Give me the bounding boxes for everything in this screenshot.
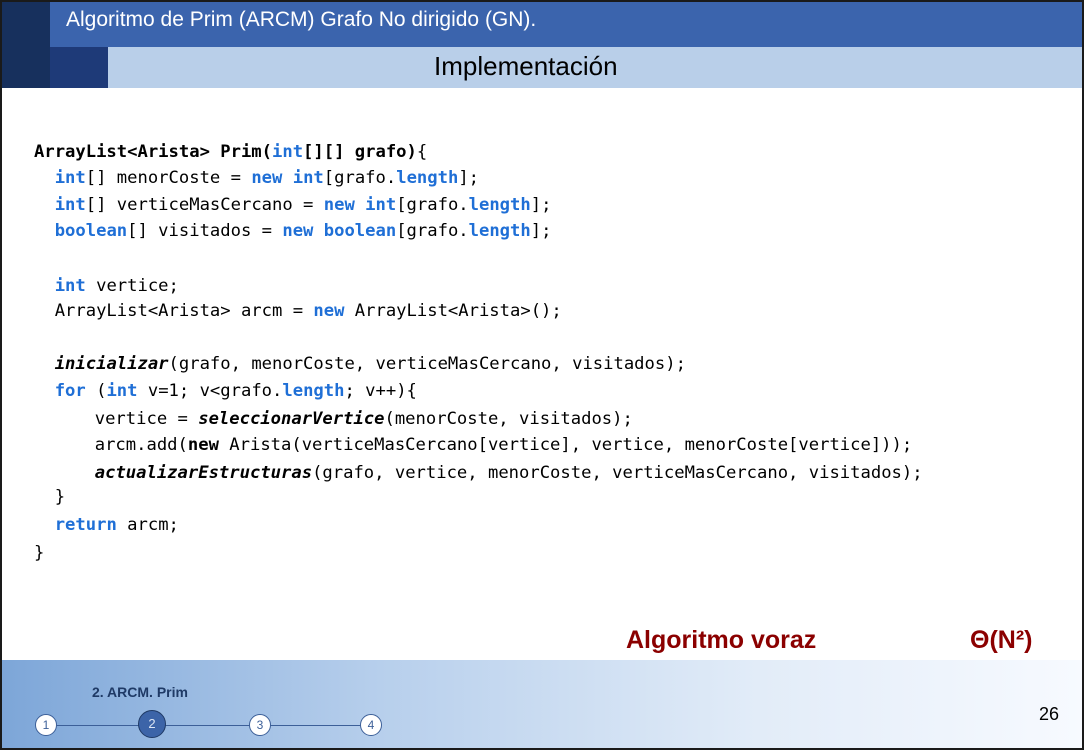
page-number: 26 xyxy=(1039,704,1060,724)
progress-step-2-active[interactable]: 2 xyxy=(138,710,166,738)
code-token: } xyxy=(34,543,45,563)
code-keyword: new xyxy=(251,168,283,188)
code-token: [grafo. xyxy=(396,195,469,215)
code-token: v=1; v<grafo. xyxy=(137,381,283,401)
slide: Algoritmo de Prim (ARCM) Grafo No dirigi… xyxy=(0,0,1084,750)
code-keyword: return xyxy=(54,515,117,535)
progress-step-4[interactable]: 4 xyxy=(360,714,382,736)
greedy-algorithm-label: Algoritmo voraz xyxy=(626,626,817,654)
code-token: ]; xyxy=(458,168,480,188)
code-token: vertice; xyxy=(85,276,179,296)
code-line-11: actualizarEstructuras(grafo, vertice, me… xyxy=(43,463,923,483)
code-token: (grafo, vertice, menorCoste, verticeMasC… xyxy=(312,463,923,483)
footer-bar xyxy=(2,660,1082,748)
subheader-accent xyxy=(50,47,108,88)
code-keyword: int xyxy=(292,168,324,188)
code-keyword: length xyxy=(282,381,345,401)
code-token: [grafo. xyxy=(396,221,469,241)
code-keyword: int xyxy=(54,168,86,188)
code-keyword: int xyxy=(272,142,304,162)
code-keyword: int xyxy=(54,276,86,296)
code-token: [grafo. xyxy=(323,168,397,188)
code-token: [] menorCoste = xyxy=(85,168,252,188)
code-line-7: inicializar(grafo, menorCoste, verticeMa… xyxy=(34,354,686,374)
code-line-13: return arcm; xyxy=(34,515,179,535)
code-token: (grafo, menorCoste, verticeMasCercano, v… xyxy=(168,354,686,374)
code-line-1: ArrayList<Arista> Prim(int[][] grafo){ xyxy=(34,142,427,162)
code-line-10: arcm.add(new Arista(verticeMasCercano[ve… xyxy=(43,435,913,455)
code-line-9: vertice = seleccionarVertice(menorCoste,… xyxy=(43,409,633,429)
code-line-4: boolean[] visitados = new boolean[grafo.… xyxy=(34,221,552,241)
code-token: (menorCoste, visitados); xyxy=(384,409,633,429)
code-token: [] visitados = xyxy=(127,221,283,241)
progress-line xyxy=(46,725,372,726)
code-token: ]; xyxy=(530,195,552,215)
code-token: ( xyxy=(85,381,107,401)
code-keyword: int xyxy=(106,381,138,401)
code-line-2: int[] menorCoste = new int[grafo.length]… xyxy=(34,168,479,188)
code-keyword: for xyxy=(54,381,86,401)
code-token: arcm.add( xyxy=(43,435,188,455)
code-keyword: length xyxy=(396,168,459,188)
code-token: ArrayList<Arista> arcm = xyxy=(34,301,314,321)
code-keyword: boolean xyxy=(323,221,397,241)
code-token: } xyxy=(34,487,66,507)
code-token: [][] grafo) xyxy=(303,142,417,162)
code-line-8: for (int v=1; v<grafo.length; v++){ xyxy=(34,381,417,401)
code-keyword: new xyxy=(323,195,355,215)
code-line-3: int[] verticeMasCercano = new int[grafo.… xyxy=(34,195,552,215)
code-block: ArrayList<Arista> Prim(int[][] grafo){ i… xyxy=(34,142,923,563)
section-label: 2. ARCM. Prim xyxy=(92,684,188,700)
code-token: [] verticeMasCercano = xyxy=(85,195,324,215)
code-line-12: } xyxy=(34,487,65,507)
code-line-5: int vertice; xyxy=(34,276,179,296)
code-line-6: ArrayList<Arista> arcm = new ArrayList<A… xyxy=(34,301,562,321)
code-keyword: int xyxy=(365,195,397,215)
progress-step-1[interactable]: 1 xyxy=(35,714,57,736)
code-method: inicializar xyxy=(54,354,169,374)
code-token: { xyxy=(416,142,428,162)
code-token: ArrayList<Arista> Prim( xyxy=(34,142,272,162)
code-keyword: new xyxy=(282,221,314,241)
code-keyword: length xyxy=(468,195,531,215)
code-method: seleccionarVertice xyxy=(198,409,385,429)
header-accent-dark xyxy=(2,2,50,88)
code-keyword: new xyxy=(313,301,345,321)
code-keyword: int xyxy=(54,195,86,215)
slide-subtitle: Implementación xyxy=(434,51,618,81)
code-line-14: } xyxy=(34,543,44,563)
code-token: arcm; xyxy=(116,515,179,535)
progress-step-3[interactable]: 3 xyxy=(249,714,271,736)
code-token: Arista(verticeMasCercano[vertice], verti… xyxy=(218,435,913,455)
code-token: ArrayList<Arista>(); xyxy=(344,301,562,321)
code-keyword: new xyxy=(187,435,219,455)
code-token: ]; xyxy=(530,221,552,241)
complexity-label: Θ(N²) xyxy=(970,626,1033,654)
code-keyword: boolean xyxy=(54,221,128,241)
code-token: vertice = xyxy=(43,409,199,429)
slide-title: Algoritmo de Prim (ARCM) Grafo No dirigi… xyxy=(66,8,537,31)
code-method: actualizarEstructuras xyxy=(94,463,313,483)
code-token: ; v++){ xyxy=(344,381,417,401)
code-keyword: length xyxy=(468,221,531,241)
